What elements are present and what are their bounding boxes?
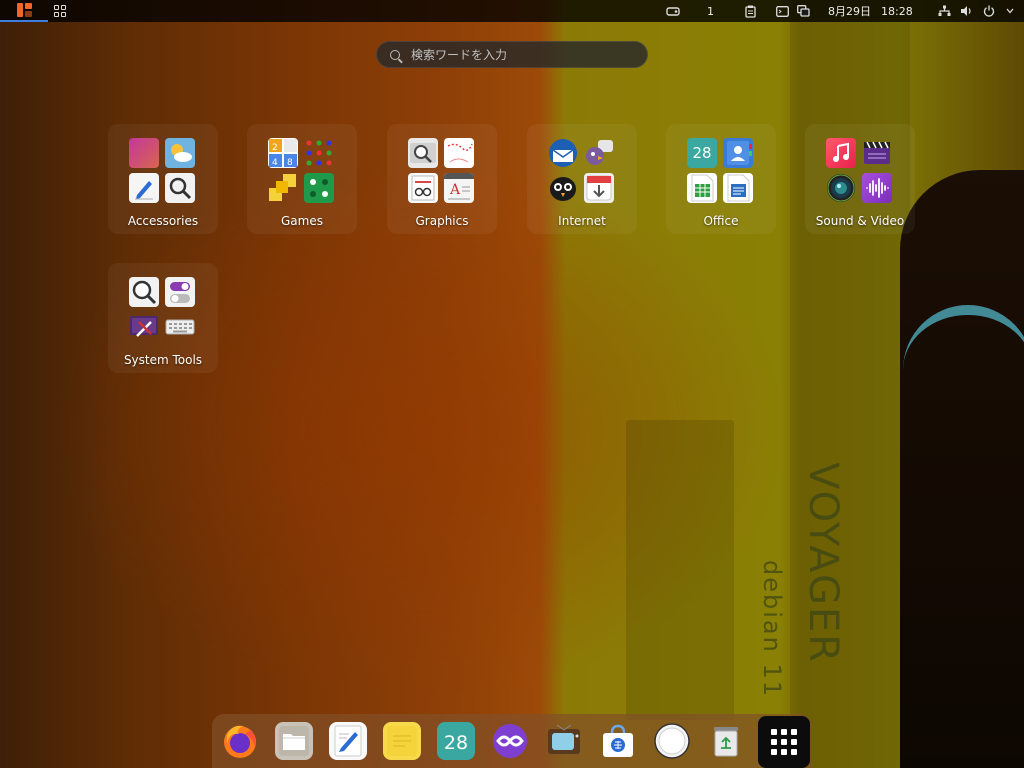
tweaks-icon (165, 277, 195, 307)
indicator-drive-icon[interactable] (666, 0, 680, 22)
search-bar[interactable] (376, 41, 648, 68)
network-icon[interactable] (938, 0, 951, 22)
firefox-icon[interactable] (221, 722, 259, 760)
dock: 28 (212, 714, 812, 768)
weather-icon (165, 138, 195, 168)
folder-office[interactable]: 28 Office (666, 124, 776, 234)
clipboard-icon[interactable] (745, 0, 756, 22)
tiles-game-icon (268, 173, 298, 203)
trash-icon[interactable] (707, 722, 745, 760)
folder-label: Graphics (415, 214, 469, 228)
search-icon (390, 49, 400, 60)
folder-label: Sound & Video (815, 214, 905, 228)
clock-time-text: 18:28 (881, 4, 913, 18)
activities-logo-icon (16, 3, 32, 17)
audio-recorder-icon (862, 173, 892, 203)
writer-icon (723, 173, 753, 203)
top-bar: 1 8月29日 18:28 (0, 0, 1024, 22)
dice-game-icon (304, 173, 334, 203)
text-editor-icon[interactable] (329, 722, 367, 760)
power-icon[interactable] (983, 0, 995, 22)
folder-graphics[interactable]: A Graphics (387, 124, 497, 234)
folder-accessories[interactable]: Accessories (108, 124, 218, 234)
app-grid-icon[interactable] (54, 5, 66, 17)
text-editor-icon (129, 173, 159, 203)
contacts-icon (723, 138, 753, 168)
folder-internet[interactable]: Internet (527, 124, 637, 234)
system-menu-arrow-icon[interactable] (1006, 0, 1014, 22)
tv-icon[interactable] (545, 722, 583, 760)
image-viewer-icon (408, 138, 438, 168)
files-icon[interactable] (275, 722, 313, 760)
show-apps-icon[interactable] (758, 716, 810, 768)
svg-text:8: 8 (287, 158, 293, 168)
wallpaper-figure (900, 170, 1024, 768)
wallpaper-voyager-text: VOYAGER (800, 462, 846, 665)
screenshot-icon[interactable] (653, 722, 691, 760)
folder-games[interactable]: 2 48 Games (247, 124, 357, 234)
workspace-indicator[interactable]: 1 (707, 0, 714, 22)
calendar-icon: 28 (687, 138, 717, 168)
calendar-day-text: 28 (692, 144, 712, 162)
folder-label: System Tools (123, 353, 203, 367)
disk-search-icon (129, 277, 159, 307)
svg-text:A: A (449, 182, 461, 198)
software-icon[interactable] (599, 722, 637, 760)
spreadsheet-icon (687, 173, 717, 203)
svg-text:2: 2 (272, 143, 278, 153)
music-icon (826, 138, 856, 168)
folder-system-tools[interactable]: System Tools (108, 263, 218, 373)
search-input[interactable] (411, 47, 631, 62)
activities-button[interactable] (0, 0, 48, 22)
folder-sound-video[interactable]: Sound & Video (805, 124, 915, 234)
windows-icon[interactable] (797, 0, 810, 22)
folder-label: Accessories (127, 214, 199, 228)
search-tool-icon (165, 173, 195, 203)
pidgin-icon (584, 138, 614, 168)
folder-label: Games (281, 214, 323, 228)
calendar-icon[interactable]: 28 (437, 722, 475, 760)
clock-date[interactable]: 8月29日 18:28 (828, 0, 913, 22)
notes-icon[interactable] (383, 722, 421, 760)
downloader-icon (584, 173, 614, 203)
font-viewer-icon: A (444, 173, 474, 203)
video-editor-icon (862, 138, 892, 168)
folder-label: Office (703, 214, 739, 228)
atomix-dots-icon (304, 138, 334, 168)
wallpaper-debian-text: debian 11 (758, 560, 786, 698)
wallpaper-block (626, 420, 734, 720)
owl-client-icon (548, 173, 578, 203)
folder-label: Internet (558, 214, 606, 228)
dock-calendar-day-text: 28 (443, 732, 469, 754)
svg-text:4: 4 (272, 158, 278, 168)
keyboard-icon (165, 312, 195, 342)
drawing-icon (444, 138, 474, 168)
terminal-icon[interactable] (776, 0, 789, 22)
thunderbird-icon (548, 138, 578, 168)
system-settings-icon (129, 312, 159, 342)
camera-icon (826, 173, 856, 203)
tor-icon[interactable] (491, 722, 529, 760)
document-scanner-icon (408, 173, 438, 203)
volume-icon[interactable] (960, 0, 973, 22)
clock-date-text: 8月29日 (828, 5, 871, 18)
color-picker-icon (129, 138, 159, 168)
2048-game-icon: 2 48 (268, 138, 298, 168)
